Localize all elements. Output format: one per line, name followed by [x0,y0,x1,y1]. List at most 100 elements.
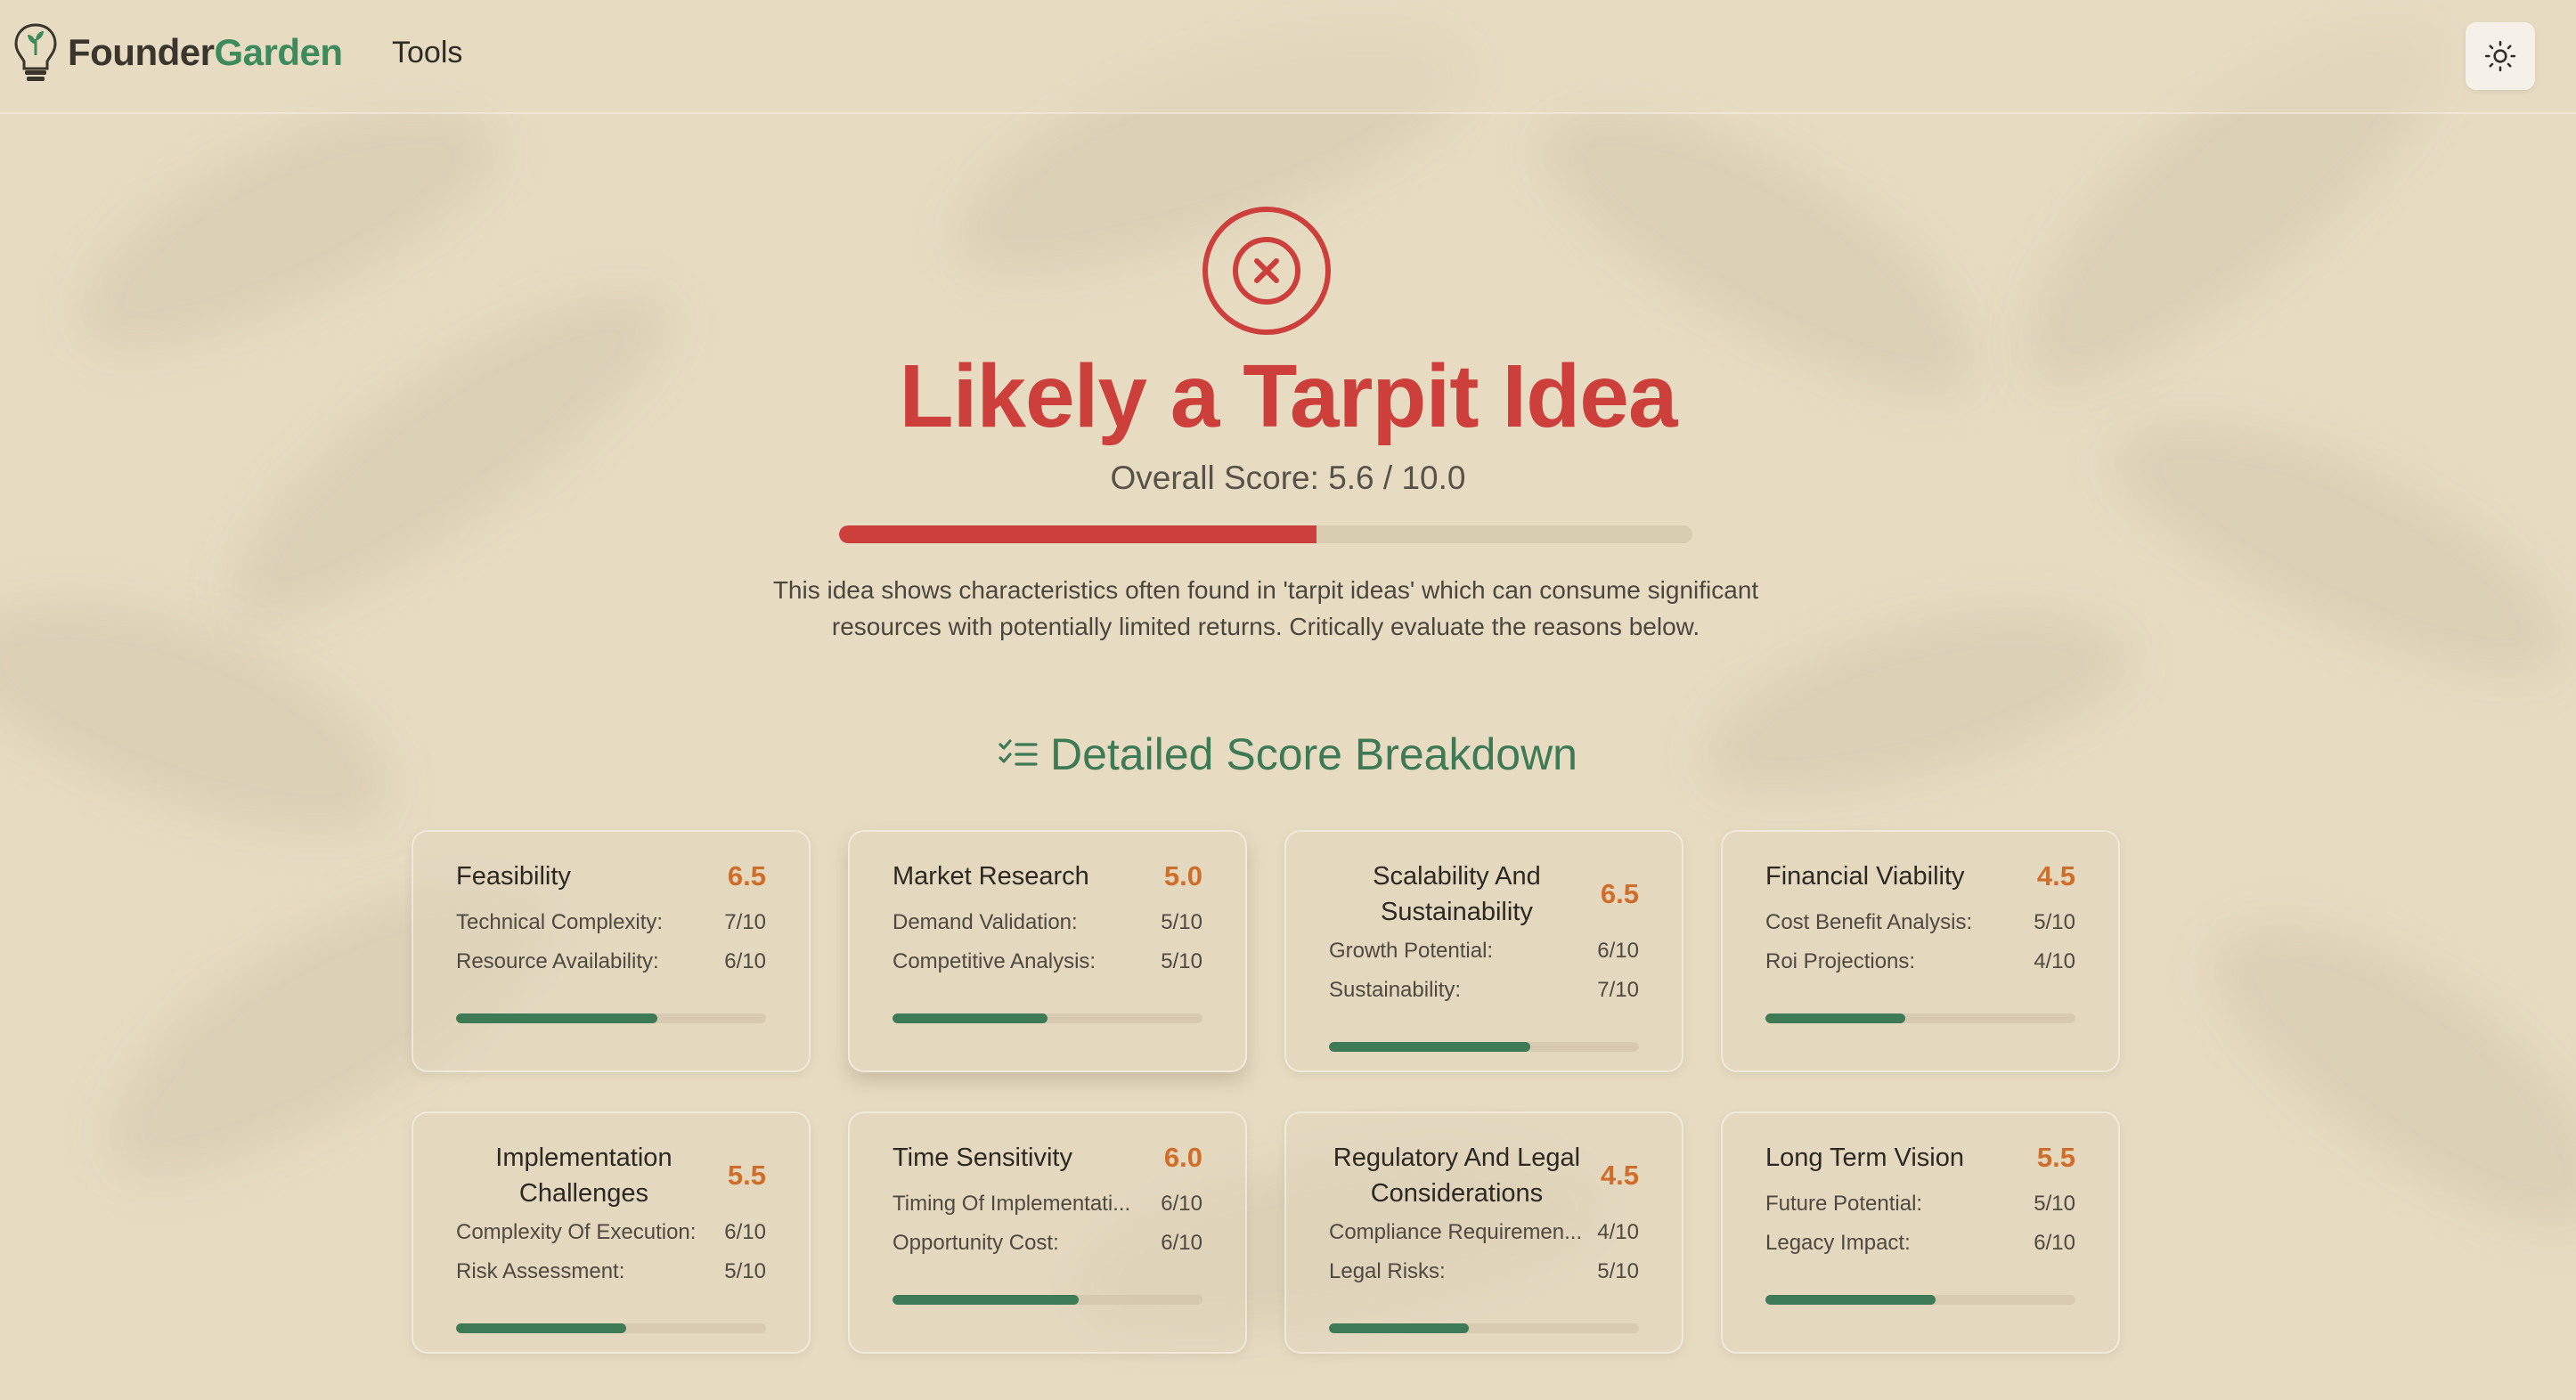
card-score: 6.0 [1163,1142,1202,1173]
metric-label: Legacy Impact: [1765,1231,1911,1255]
metric-label: Timing Of Implementati... [893,1192,1131,1216]
checklist-icon [999,739,1038,766]
card-title: Regulatory And Legal Considerations [1333,1144,1581,1208]
score-card: Regulatory And Legal Considerations 4.5 C… [1284,1111,1683,1354]
metric-value: 5/10 [2034,910,2075,934]
breakdown-title: Detailed Score Breakdown [0,728,2576,780]
metric-label: Legal Risks: [1329,1259,1446,1283]
metric-value: 7/10 [1597,978,1639,1002]
metric-label: Technical Complexity: [456,910,664,934]
metric-label: Complexity Of Execution: [456,1220,697,1244]
card-score-bar [1765,1295,2075,1305]
metric-value: 5/10 [1161,910,1202,934]
metric-value: 6/10 [1161,1231,1202,1255]
metric-label: Cost Benefit Analysis: [1765,910,1973,934]
card-score-fill [893,1295,1079,1305]
overall-score-fill [839,525,1317,543]
metric-row: Technical Complexity: 7/10 [456,903,766,942]
score-card: Time Sensitivity 6.0 Timing Of Implementa… [848,1111,1247,1354]
metric-row: Compliance Requiremen... 4/10 [1329,1213,1639,1252]
metric-row: Resource Availability: 6/10 [456,942,766,981]
card-title: Implementation Challenges [495,1144,673,1208]
metric-label: Resource Availability: [456,949,659,973]
card-score-fill [1765,1013,1905,1023]
metric-label: Competitive Analysis: [893,949,1096,973]
metric-row: Opportunity Cost: 6/10 [893,1224,1202,1263]
card-score-fill [1329,1323,1469,1333]
metric-value: 5/10 [724,1259,766,1283]
brand-name-part1: Founder [68,31,215,73]
card-score-bar [893,1295,1202,1305]
brand-name: FounderGarden [68,31,343,74]
card-score-bar [1329,1042,1639,1052]
metric-value: 6/10 [1161,1192,1202,1216]
card-score: 5.5 [2036,1142,2075,1173]
metric-value: 4/10 [2034,949,2075,973]
metric-label: Opportunity Cost: [893,1231,1059,1255]
card-score: 6.5 [727,860,766,891]
metric-label: Growth Potential: [1329,939,1494,963]
lightbulb-sprout-icon [14,23,57,81]
card-score-bar [1765,1013,2075,1023]
metric-label: Future Potential: [1765,1192,1923,1216]
metric-row: Cost Benefit Analysis: 5/10 [1765,903,2075,942]
score-card: Financial Viability 4.5 Cost Benefit Anal… [1721,830,2120,1072]
verdict-description: This idea shows characteristics often fo… [772,576,1759,640]
metric-label: Roi Projections: [1765,949,1916,973]
metric-value: 6/10 [724,1220,766,1244]
card-score-fill [893,1013,1048,1023]
score-card: Long Term Vision 5.5 Future Potential: 5/1… [1721,1111,2120,1354]
card-title: Time Sensitivity [893,1144,1072,1172]
card-title: Long Term Vision [1765,1144,1965,1172]
metric-row: Roi Projections: 4/10 [1765,942,2075,981]
metric-row: Growth Potential: 6/10 [1329,932,1639,971]
card-score-bar [456,1013,766,1023]
breakdown-title-text: Detailed Score Breakdown [1050,729,1577,779]
sun-icon [2484,40,2516,72]
card-score-fill [456,1323,627,1333]
metric-value: 5/10 [1597,1259,1639,1283]
metric-label: Sustainability: [1329,978,1462,1002]
metric-value: 6/10 [2034,1231,2075,1255]
card-score-fill [1329,1042,1531,1052]
score-card: Implementation Challenges 5.5 Complexity … [412,1111,811,1354]
card-score-bar [456,1323,766,1333]
x-circle-icon [1202,207,1331,335]
card-score-fill [456,1013,658,1023]
metric-value: 5/10 [2034,1192,2075,1216]
metric-row: Demand Validation: 5/10 [893,903,1202,942]
card-title: Market Research [893,862,1089,891]
card-score-fill [1765,1295,1936,1305]
card-title: Feasibility [456,862,571,891]
top-header: FounderGarden Tools [0,0,2576,114]
brand-logo[interactable]: FounderGarden [12,20,343,85]
card-score: 4.5 [1600,1160,1639,1191]
metric-value: 5/10 [1161,949,1202,973]
metric-label: Compliance Requiremen... [1329,1220,1583,1244]
metric-label: Demand Validation: [893,910,1078,934]
card-title: Financial Viability [1765,862,1965,891]
score-card: Scalability And Sustainability 6.5 Growth… [1284,830,1683,1072]
card-score: 5.5 [727,1160,766,1191]
card-score: 6.5 [1600,878,1639,909]
metric-row: Sustainability: 7/10 [1329,971,1639,1010]
card-title: Scalability And Sustainability [1373,862,1541,926]
metric-value: 6/10 [1597,939,1639,963]
card-score-bar [1329,1323,1639,1333]
verdict-heading: Likely a Tarpit Idea [899,346,1678,446]
metric-value: 4/10 [1597,1220,1639,1244]
metric-row: Legacy Impact: 6/10 [1765,1224,2075,1263]
nav-tools-link[interactable]: Tools [392,36,462,70]
metric-value: 7/10 [724,910,766,934]
metric-row: Risk Assessment: 5/10 [456,1252,766,1291]
metric-row: Timing Of Implementati... 6/10 [893,1184,1202,1224]
metric-row: Competitive Analysis: 5/10 [893,942,1202,981]
metric-value: 6/10 [724,949,766,973]
metric-row: Complexity Of Execution: 6/10 [456,1213,766,1252]
metric-row: Legal Risks: 5/10 [1329,1252,1639,1291]
card-score: 4.5 [2036,860,2075,891]
card-score: 5.0 [1163,860,1202,891]
metric-row: Future Potential: 5/10 [1765,1184,2075,1224]
theme-toggle-button[interactable] [2466,22,2535,90]
brand-name-part2: Garden [214,31,343,73]
